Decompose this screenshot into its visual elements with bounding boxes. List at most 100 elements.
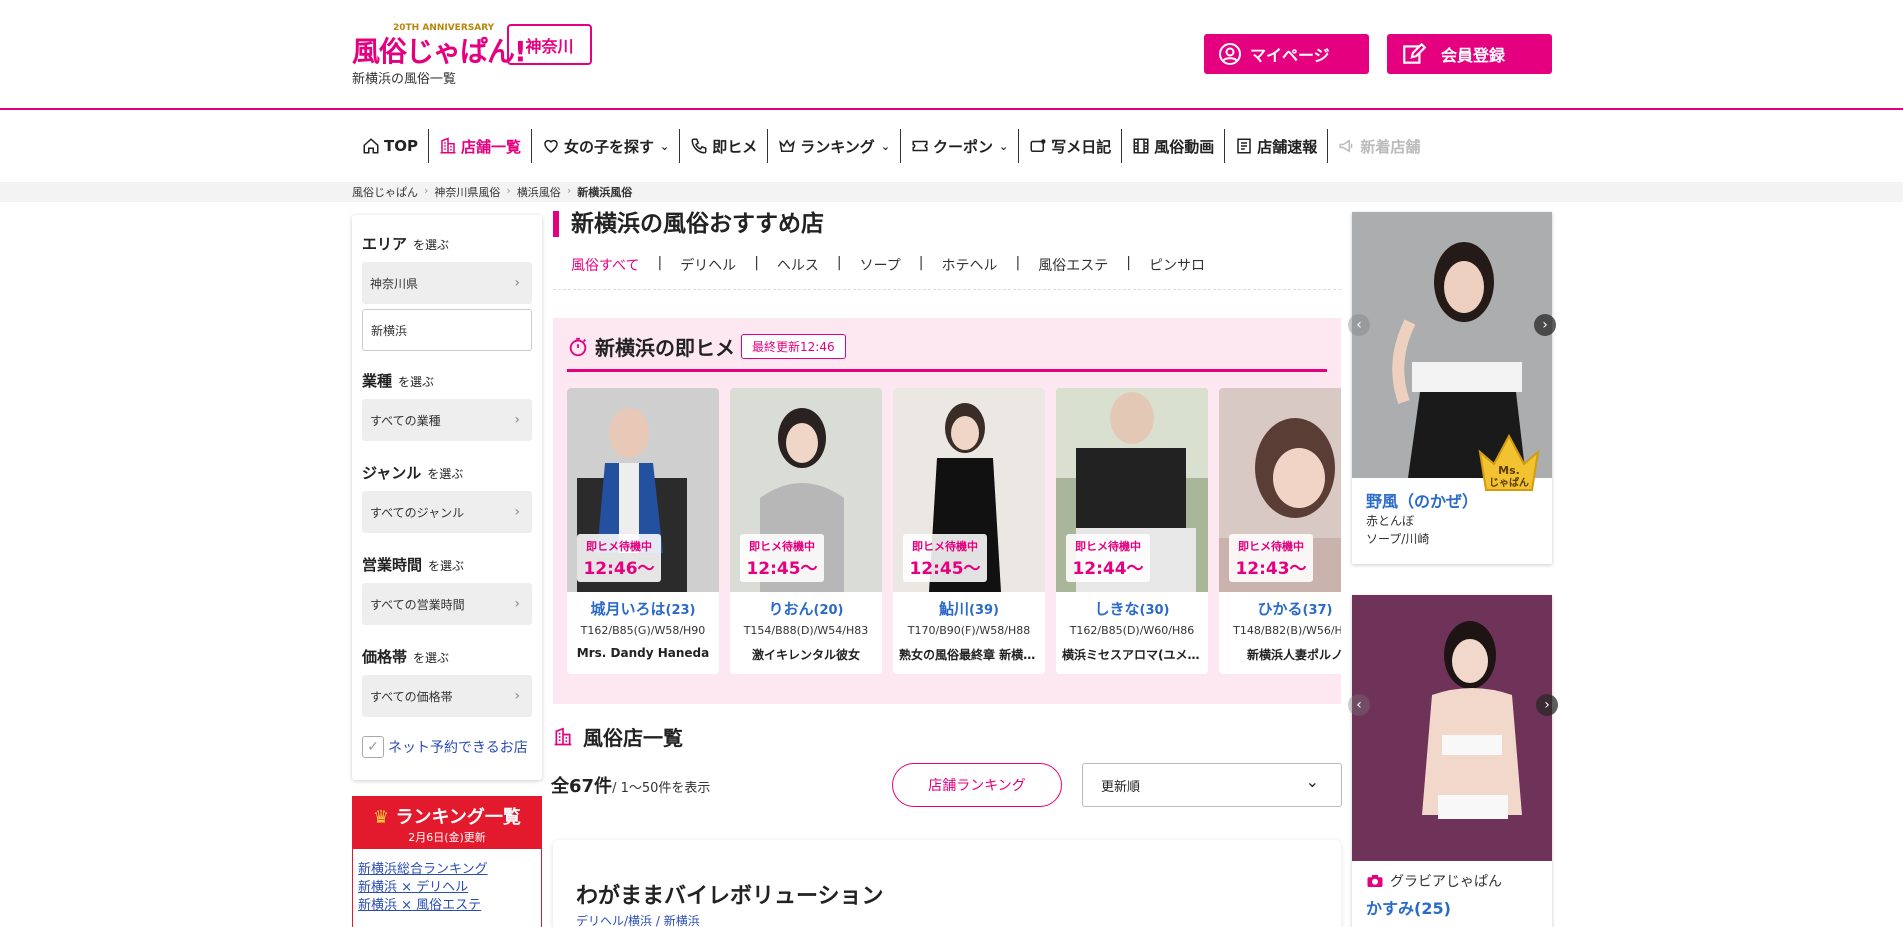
girl-name: しきな(30)	[1056, 598, 1208, 619]
site-logo[interactable]: 20TH ANNIVERSARY 風俗じゃぱん!	[352, 23, 527, 68]
breadcrumb-item[interactable]: 横浜風俗	[517, 184, 561, 200]
chevron-down-icon: ⌄	[880, 139, 891, 153]
price-select[interactable]: すべての価格帯	[362, 675, 532, 717]
camera-icon	[1367, 875, 1383, 887]
waiting-time: 12:45〜	[909, 559, 981, 579]
category-tab-pinsalo[interactable]: ピンサロ	[1131, 255, 1223, 275]
type-heading-suffix: を選ぶ	[398, 375, 435, 389]
film-icon	[1133, 138, 1149, 154]
waiting-time: 12:44〜	[1072, 559, 1144, 579]
nav-shop-news[interactable]: 店舗速報	[1225, 129, 1329, 163]
hours-heading-text: 営業時間	[362, 556, 423, 574]
girl-name: 城月いろは(23)	[567, 598, 719, 619]
breadcrumb-item[interactable]: 神奈川県風俗	[434, 184, 500, 200]
girl-card[interactable]: 即ヒメ待機中 12:45〜 りおん(20) T154/B88(D)/W54/H83…	[730, 388, 882, 674]
area-city-select[interactable]: 新横浜	[362, 309, 532, 351]
checkbox-icon: ✓	[362, 736, 384, 758]
breadcrumb: 風俗じゃぱん › 神奈川県風俗 › 横浜風俗 › 新横浜風俗	[352, 184, 632, 200]
ticket-icon	[912, 140, 928, 152]
nav-ranking-label: ランキング	[800, 137, 875, 156]
mypage-button[interactable]: マイページ	[1204, 34, 1369, 74]
register-button[interactable]: 会員登録	[1387, 34, 1552, 74]
type-heading: 業種 を選ぶ	[362, 370, 434, 391]
type-select[interactable]: すべての業種	[362, 399, 532, 441]
divider	[553, 289, 1341, 290]
gravure-girl-name[interactable]: かすみ(25)	[1366, 895, 1451, 919]
shop-card[interactable]: わがままバイレボリューション デリヘル/横浜 / 新横浜	[553, 840, 1341, 927]
girl-size: T162/B85(G)/W58/H90	[580, 624, 706, 637]
sokuhime-section: 新横浜の即ヒメ 最終更新12:46 即ヒメ待機中 12:46〜 城月いろは(23)…	[553, 318, 1341, 704]
chevron-right-icon: ›	[424, 184, 429, 197]
category-tab-all[interactable]: 風俗すべて	[571, 255, 657, 275]
hours-select[interactable]: すべての営業時間	[362, 583, 532, 625]
featured-girl-name[interactable]: 野風（のかぜ）	[1366, 488, 1478, 512]
girl-card[interactable]: 即ヒメ待機中 12:43〜 ひかる(37) T148/B82(B)/W56/H85…	[1219, 388, 1341, 674]
gravure-card[interactable]: グラビアじゃぱん かすみ(25)	[1352, 595, 1552, 927]
genre-heading-text: ジャンル	[362, 464, 422, 482]
girl-card[interactable]: 即ヒメ待機中 12:46〜 城月いろは(23) T162/B85(G)/W58/H…	[567, 388, 719, 674]
nav-ranking[interactable]: ランキング ⌄	[768, 129, 902, 163]
prefecture-badge[interactable]: 神奈川	[507, 24, 592, 65]
ranking-link[interactable]: 新横浜 × 風俗エステ	[358, 897, 541, 915]
nav-new-shops-label: 新着店舗	[1360, 137, 1421, 156]
megaphone-icon	[1339, 139, 1353, 153]
girl-shop: Mrs. Dandy Haneda	[576, 646, 710, 660]
pencil-icon	[1403, 42, 1427, 64]
nav-video[interactable]: 風俗動画	[1122, 129, 1226, 163]
genre-select[interactable]: すべてのジャンル	[362, 491, 532, 533]
shop-ranking-button[interactable]: 店舗ランキング	[892, 763, 1062, 807]
search-sidebar: エリアを選ぶ 神奈川県 新横浜 業種を選ぶ すべての業種 ジャンル を選ぶ すべて…	[352, 215, 542, 780]
carousel-prev-icon[interactable]: ‹	[1348, 694, 1370, 716]
carousel-next-icon[interactable]: ›	[1536, 694, 1558, 716]
breadcrumb-current: 新横浜風俗	[577, 186, 633, 199]
carousel-prev-icon[interactable]: ‹	[1348, 314, 1370, 336]
shop-name[interactable]: わがままバイレボリューション	[576, 878, 884, 910]
nav-top[interactable]: TOP	[352, 129, 429, 163]
breadcrumb-item[interactable]: 風俗じゃぱん	[352, 184, 418, 200]
nav-new-shops[interactable]: 新着店舗	[1328, 129, 1430, 163]
carousel-next-icon[interactable]: ›	[1534, 314, 1556, 336]
building-icon	[440, 137, 456, 154]
nav-sokuhime[interactable]: 即ヒメ	[680, 129, 769, 163]
waiting-badge: 即ヒメ待機中 12:46〜	[577, 534, 661, 582]
featured-girl-shop: 赤とんぼ	[1366, 514, 1415, 528]
nav-sokuhime-label: 即ヒメ	[712, 137, 758, 156]
waiting-label: 即ヒメ待機中	[586, 540, 652, 553]
category-tab-soap[interactable]: ソープ	[842, 255, 919, 275]
girl-name: ひかる(37)	[1219, 598, 1341, 619]
category-tab-esthe[interactable]: 風俗エステ	[1020, 255, 1126, 275]
ranking-box-title-text: ランキング一覧	[395, 807, 521, 828]
category-tab-health[interactable]: ヘルス	[759, 255, 837, 275]
mypage-label: マイページ	[1250, 46, 1330, 65]
ranking-box-date: 2月6日(金)更新	[408, 831, 486, 844]
sort-select[interactable]: 更新順	[1082, 763, 1342, 807]
nav-shop-list[interactable]: 店舗一覧	[429, 129, 532, 163]
area-heading: エリア を選ぶ	[362, 233, 449, 254]
category-tab-hoteheal[interactable]: ホテヘル	[924, 255, 1016, 275]
girl-card[interactable]: 即ヒメ待機中 12:44〜 しきな(30) T162/B85(D)/W60/H86…	[1056, 388, 1208, 674]
shop-meta[interactable]: デリヘル/横浜 / 新横浜	[576, 912, 700, 927]
waiting-label: 即ヒメ待機中	[912, 540, 978, 553]
waiting-time: 12:43〜	[1235, 559, 1307, 579]
crown-icon: ♛	[373, 807, 390, 828]
nav-shop-news-label: 店舗速報	[1257, 137, 1318, 156]
girl-shop: 熟女の風俗最終章 新横浜店	[899, 648, 1039, 662]
girl-size: T162/B85(D)/W60/H86	[1069, 624, 1195, 637]
category-tab-deliheal[interactable]: デリヘル	[662, 255, 754, 275]
sokuhime-carousel: 即ヒメ待機中 12:46〜 城月いろは(23) T162/B85(G)/W58/H…	[567, 388, 1341, 674]
net-reserve-checkbox[interactable]: ✓ ネット予約できるお店	[362, 736, 528, 758]
featured-girl-type: ソープ/川崎	[1366, 532, 1430, 546]
chevron-down-icon: ⌄	[999, 139, 1009, 153]
nav-find-girls[interactable]: 女の子を探す ⌄	[532, 129, 681, 163]
nav-coupon[interactable]: クーポン ⌄	[901, 129, 1020, 163]
area-heading-suffix: を選ぶ	[413, 238, 450, 252]
ms-japan-card[interactable]: Ms.じゃぱん ‹ 野風（のかぜ） 赤とんぼ ソープ/川崎	[1352, 212, 1552, 564]
gravure-section-text: グラビアじゃぱん	[1390, 874, 1502, 890]
nav-photo-diary[interactable]: 写メ日記	[1019, 129, 1123, 163]
waiting-label: 即ヒメ待機中	[749, 540, 815, 553]
register-label: 会員登録	[1441, 46, 1506, 65]
girl-card[interactable]: 即ヒメ待機中 12:45〜 鮎川(39) T170/B90(F)/W58/H88 …	[893, 388, 1045, 674]
area-pref-select[interactable]: 神奈川県	[362, 262, 532, 304]
ranking-link[interactable]: 新横浜 × デリヘル	[358, 879, 541, 897]
ranking-link[interactable]: 新横浜総合ランキング	[358, 861, 541, 879]
